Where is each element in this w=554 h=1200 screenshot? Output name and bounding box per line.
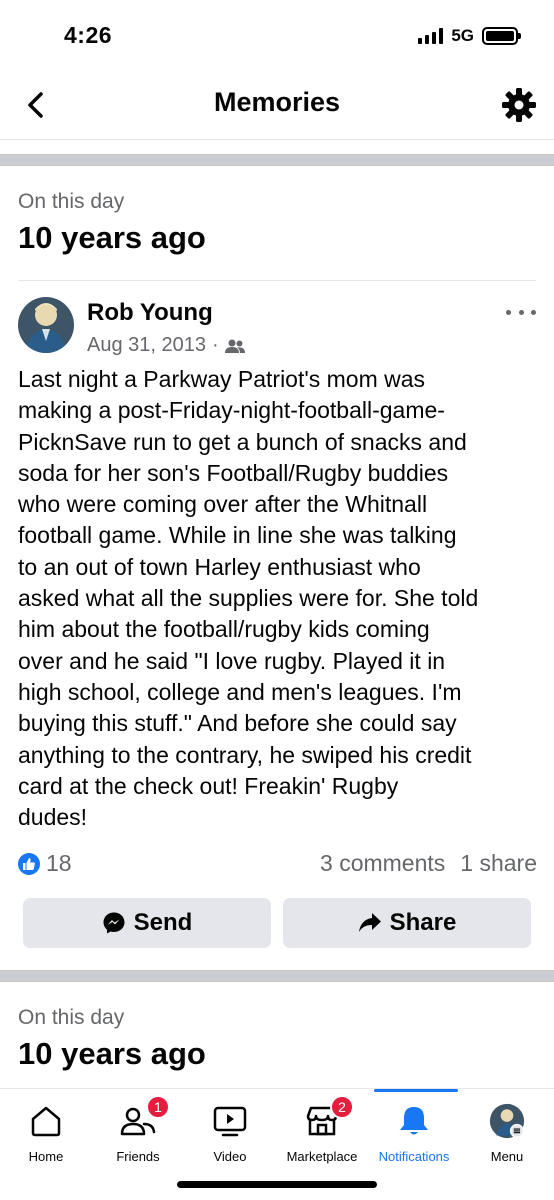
messenger-icon (103, 912, 125, 934)
status-time: 4:26 (64, 22, 113, 48)
engagement-summary: 3 comments 1 share (320, 850, 537, 877)
nav-menu[interactable]: Menu (461, 1089, 553, 1179)
nav-home[interactable]: Home (0, 1089, 92, 1179)
page-title: Memories (213, 87, 341, 117)
notification-badge: 1 (146, 1095, 170, 1119)
shares-count[interactable]: 1 share (460, 850, 537, 877)
nav-label: Friends (116, 1149, 160, 1164)
more-options-button[interactable] (506, 302, 536, 322)
share-arrow-icon (358, 913, 381, 932)
nav-label: Menu (490, 1149, 524, 1164)
send-button[interactable]: Send (23, 898, 271, 948)
send-label: Send (133, 909, 193, 936)
bell-icon (400, 1107, 428, 1135)
post-author[interactable]: Rob Young (87, 299, 213, 327)
divider (18, 280, 536, 281)
reaction-count: 18 (46, 850, 72, 876)
battery-icon (482, 27, 521, 45)
nav-label: Notifications (378, 1149, 450, 1164)
signal-icon (418, 28, 444, 44)
dot-icon (531, 309, 536, 315)
post-text: Last night a Parkway Patriot's mom was m… (18, 366, 479, 831)
reactions-summary[interactable]: 18 (18, 850, 72, 877)
gear-icon (502, 88, 536, 122)
notification-badge: 2 (330, 1095, 354, 1119)
status-indicators: 5G (418, 26, 521, 46)
years-ago-heading: 10 years ago (18, 220, 206, 255)
network-type: 5G (451, 26, 474, 45)
home-icon (31, 1106, 61, 1137)
status-bar: 4:26 5G (0, 0, 554, 70)
nav-video[interactable]: Video (184, 1089, 276, 1179)
like-icon (18, 852, 40, 875)
home-indicator (177, 1181, 377, 1188)
share-button[interactable]: Share (283, 898, 531, 948)
post-date[interactable]: Aug 31, 2013 (87, 334, 206, 357)
video-icon (213, 1106, 247, 1137)
on-this-day-label: On this day (18, 1006, 125, 1029)
nav-label: Home (28, 1149, 64, 1164)
meta-separator: · (212, 334, 219, 356)
years-ago-heading: 10 years ago (18, 1036, 206, 1071)
section-separator (0, 970, 554, 982)
share-label: Share (389, 909, 457, 936)
nav-label: Marketplace (286, 1149, 358, 1164)
dot-icon (506, 309, 511, 315)
post-meta: Aug 31, 2013 · (87, 334, 245, 357)
profile-avatar (489, 1103, 525, 1139)
on-this-day-label: On this day (18, 190, 125, 213)
header: Memories (0, 70, 554, 140)
section-separator (0, 154, 554, 166)
nav-notifications[interactable]: Notifications (368, 1089, 460, 1179)
nav-friends[interactable]: 1 Friends (92, 1089, 184, 1179)
settings-button[interactable] (500, 86, 538, 124)
author-avatar[interactable] (18, 297, 74, 353)
comments-count[interactable]: 3 comments (320, 850, 445, 877)
dot-icon (518, 309, 524, 315)
friends-icon (224, 339, 245, 353)
nav-marketplace[interactable]: 2 Marketplace (276, 1089, 368, 1179)
nav-label: Video (213, 1149, 247, 1164)
